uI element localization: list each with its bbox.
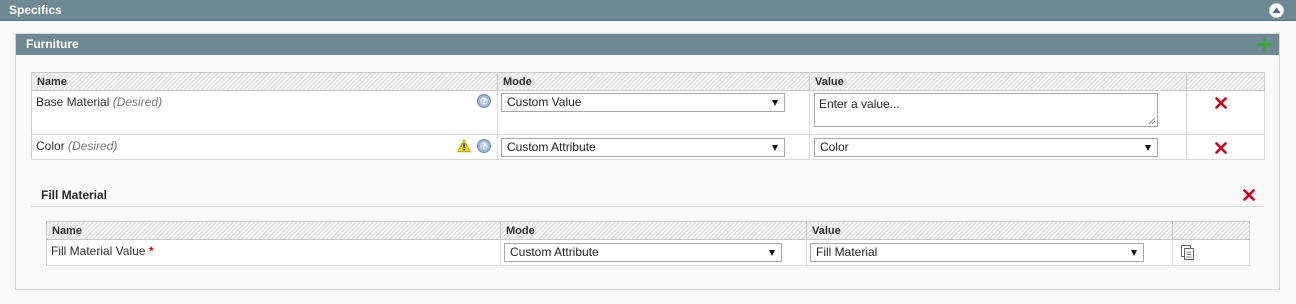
actions-cell bbox=[1172, 239, 1250, 266]
value-select[interactable]: Color bbox=[814, 138, 1158, 157]
mode-select[interactable]: Custom Attribute bbox=[501, 138, 785, 157]
fill-material-table: Name Mode Value Fill Material Value * Cu… bbox=[46, 221, 1250, 266]
column-header-name: Name bbox=[46, 221, 501, 240]
plus-icon[interactable] bbox=[1258, 38, 1271, 51]
specific-name: Base Material bbox=[36, 95, 110, 109]
delete-icon[interactable] bbox=[1243, 189, 1255, 201]
column-header-name: Name bbox=[31, 72, 498, 91]
help-icon[interactable]: ? bbox=[477, 94, 491, 108]
column-header-actions bbox=[1172, 221, 1250, 240]
mode-select-value: Custom Attribute bbox=[507, 140, 596, 154]
specifics-title: Specifics bbox=[9, 3, 62, 17]
fill-material-title: Fill Material bbox=[41, 188, 108, 202]
required-mark: * bbox=[148, 244, 154, 258]
chevron-down-icon bbox=[1145, 145, 1151, 151]
table-row: Base Material (Desired) ? Custom Value E… bbox=[31, 90, 1265, 135]
column-header-actions bbox=[1186, 72, 1265, 91]
furniture-specifics-table: Name Mode Value Base Material (Desired) bbox=[31, 72, 1265, 160]
furniture-title: Furniture bbox=[26, 37, 79, 51]
mode-select-value: Custom Attribute bbox=[510, 245, 599, 259]
table-header-row: Name Mode Value bbox=[46, 221, 1250, 240]
value-select-value: Fill Material bbox=[816, 245, 878, 259]
help-icon[interactable]: ? bbox=[477, 139, 491, 153]
mode-select[interactable]: Custom Value bbox=[501, 93, 785, 112]
value-cell: Color bbox=[809, 134, 1187, 160]
table-row: Fill Material Value * Custom Attribute F… bbox=[46, 239, 1250, 266]
chevron-down-icon bbox=[769, 250, 775, 256]
mode-cell: Custom Value bbox=[497, 90, 810, 135]
name-cell: Fill Material Value * bbox=[46, 239, 501, 266]
specific-name: Fill Material Value bbox=[51, 244, 146, 258]
value-textarea-placeholder: Enter a value... bbox=[819, 97, 900, 111]
chevron-down-icon bbox=[772, 100, 778, 106]
value-cell: Fill Material bbox=[806, 239, 1173, 266]
chevron-down-icon bbox=[1131, 250, 1137, 256]
specifics-header: Specifics bbox=[0, 0, 1296, 21]
value-select[interactable]: Fill Material bbox=[810, 243, 1144, 262]
name-cell: Base Material (Desired) ? bbox=[31, 90, 498, 135]
table-header-row: Name Mode Value bbox=[31, 72, 1265, 91]
svg-text:?: ? bbox=[482, 97, 487, 106]
column-header-value: Value bbox=[809, 72, 1187, 91]
furniture-section: Furniture Name Mode Value Base Material … bbox=[15, 33, 1280, 290]
column-header-value: Value bbox=[806, 221, 1173, 240]
resize-grip-icon[interactable] bbox=[1148, 117, 1156, 125]
delete-icon[interactable] bbox=[1215, 142, 1227, 154]
divider bbox=[31, 206, 1264, 207]
actions-cell bbox=[1186, 90, 1265, 135]
svg-text:?: ? bbox=[482, 142, 487, 151]
mode-cell: Custom Attribute bbox=[500, 239, 807, 266]
mode-cell: Custom Attribute bbox=[497, 134, 810, 160]
value-textarea[interactable]: Enter a value... bbox=[814, 93, 1158, 127]
name-cell: Color (Desired) ? bbox=[31, 134, 498, 160]
chevron-down-icon bbox=[772, 145, 778, 151]
desired-tag: (Desired) bbox=[112, 95, 163, 109]
specific-name: Color bbox=[36, 139, 65, 153]
value-select-value: Color bbox=[820, 140, 849, 154]
value-cell: Enter a value... bbox=[809, 90, 1187, 135]
table-row: Color (Desired) ? Custom Attribute Color bbox=[31, 134, 1265, 160]
collapse-up-icon[interactable] bbox=[1269, 3, 1284, 18]
mode-select[interactable]: Custom Attribute bbox=[504, 243, 782, 262]
actions-cell bbox=[1186, 134, 1265, 160]
desired-tag: (Desired) bbox=[68, 139, 118, 153]
mode-select-value: Custom Value bbox=[507, 95, 582, 109]
copy-icon[interactable] bbox=[1181, 245, 1195, 260]
furniture-header: Furniture bbox=[16, 34, 1279, 55]
specifics-body: Furniture Name Mode Value Base Material … bbox=[0, 21, 1296, 304]
column-header-mode: Mode bbox=[497, 72, 810, 91]
delete-icon[interactable] bbox=[1215, 97, 1227, 109]
warning-icon[interactable] bbox=[457, 139, 471, 153]
column-header-mode: Mode bbox=[500, 221, 807, 240]
